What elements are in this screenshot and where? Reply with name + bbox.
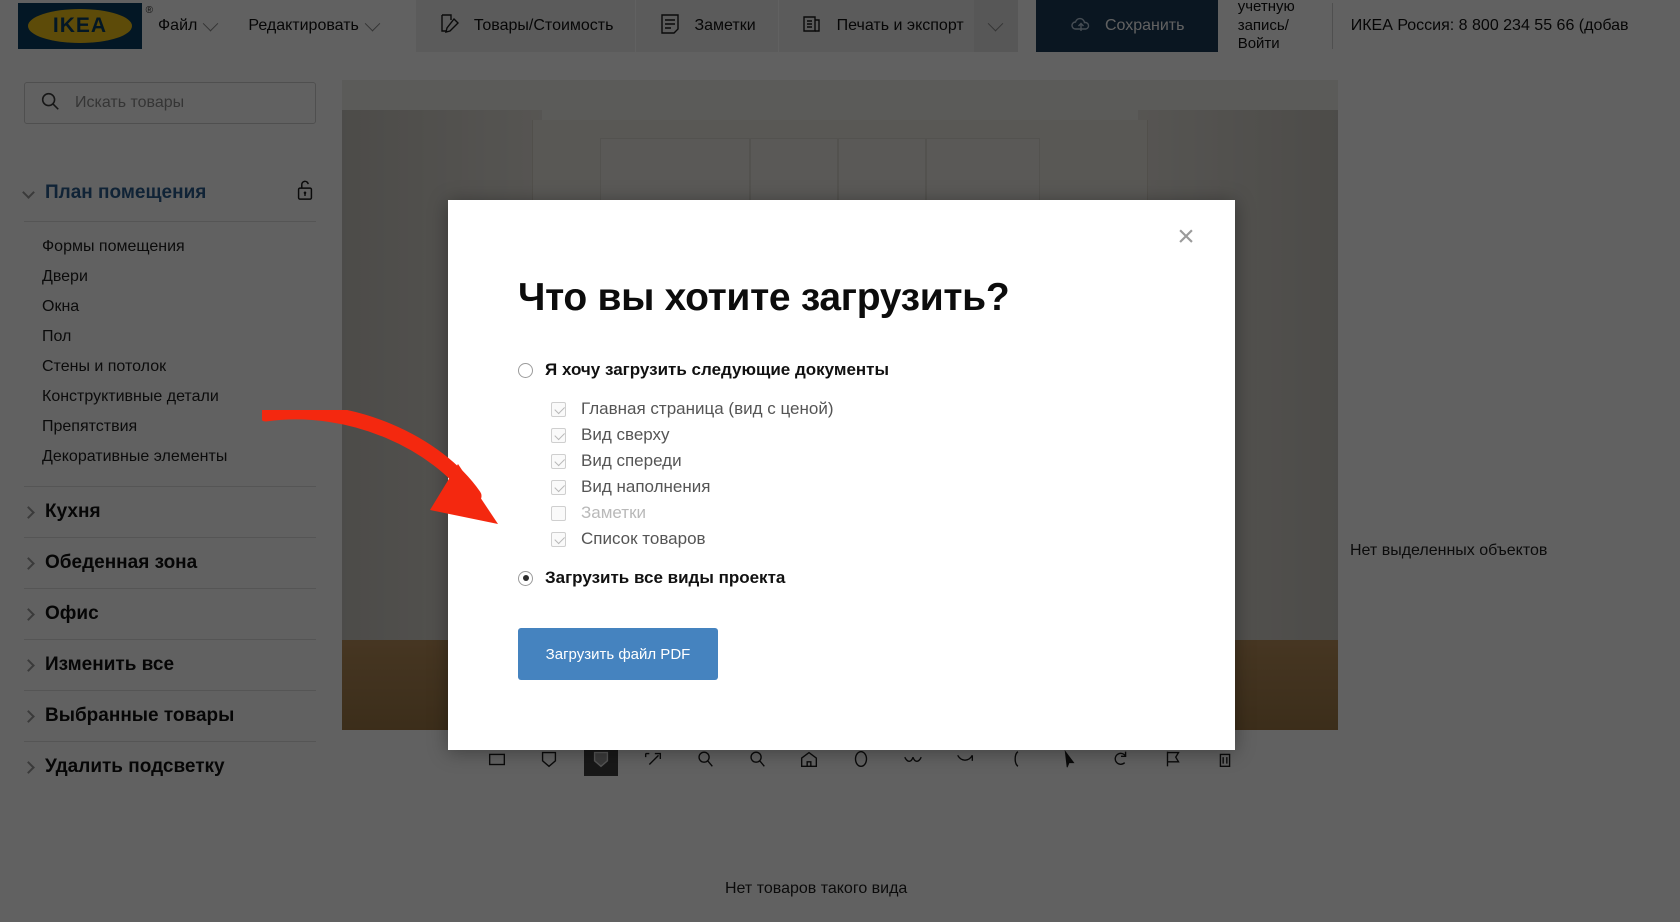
checkbox-label-notes: Заметки <box>581 503 647 522</box>
checkbox-row-notes[interactable]: Заметки <box>551 500 1235 526</box>
radio-option-all-views[interactable]: Загрузить все виды проекта <box>518 568 1235 588</box>
checkbox-label-product-list: Список товаров <box>581 529 706 548</box>
checkbox-label-main-page: Главная страница (вид с ценой) <box>581 399 834 418</box>
page-title: Что вы хотите загрузить? <box>518 276 1010 319</box>
checkbox-icon-checked[interactable] <box>551 479 566 495</box>
checkbox-row-top-view[interactable]: Вид сверху <box>551 422 1235 448</box>
download-modal: × Что вы хотите загрузить? Я хочу загруз… <box>448 200 1235 750</box>
checkbox-row-interior-view[interactable]: Вид наполнения <box>551 474 1235 500</box>
radio-icon-unselected <box>518 362 533 378</box>
checkbox-icon-checked[interactable] <box>551 401 566 417</box>
checkbox-row-product-list[interactable]: Список товаров <box>551 526 1235 552</box>
checkbox-label-front-view: Вид спереди <box>581 451 682 470</box>
close-icon[interactable]: × <box>1169 220 1203 254</box>
download-pdf-button[interactable]: Загрузить файл PDF <box>518 628 718 680</box>
checkbox-icon-checked[interactable] <box>551 453 566 469</box>
document-checkbox-list: Главная страница (вид с ценой) Вид сверх… <box>551 396 1235 552</box>
radio-option-specific-documents-label: Я хочу загрузить следующие документы <box>545 360 890 379</box>
checkbox-row-front-view[interactable]: Вид спереди <box>551 448 1235 474</box>
radio-option-all-views-label: Загрузить все виды проекта <box>545 568 786 587</box>
checkbox-icon-checked[interactable] <box>551 531 566 547</box>
radio-icon-selected <box>518 570 533 586</box>
checkbox-label-interior-view: Вид наполнения <box>581 477 711 496</box>
checkbox-icon-unchecked[interactable] <box>551 505 566 521</box>
checkbox-icon-checked[interactable] <box>551 427 566 443</box>
checkbox-row-main-page[interactable]: Главная страница (вид с ценой) <box>551 396 1235 422</box>
checkbox-label-top-view: Вид сверху <box>581 425 670 444</box>
radio-option-specific-documents[interactable]: Я хочу загрузить следующие документы <box>518 360 1235 380</box>
